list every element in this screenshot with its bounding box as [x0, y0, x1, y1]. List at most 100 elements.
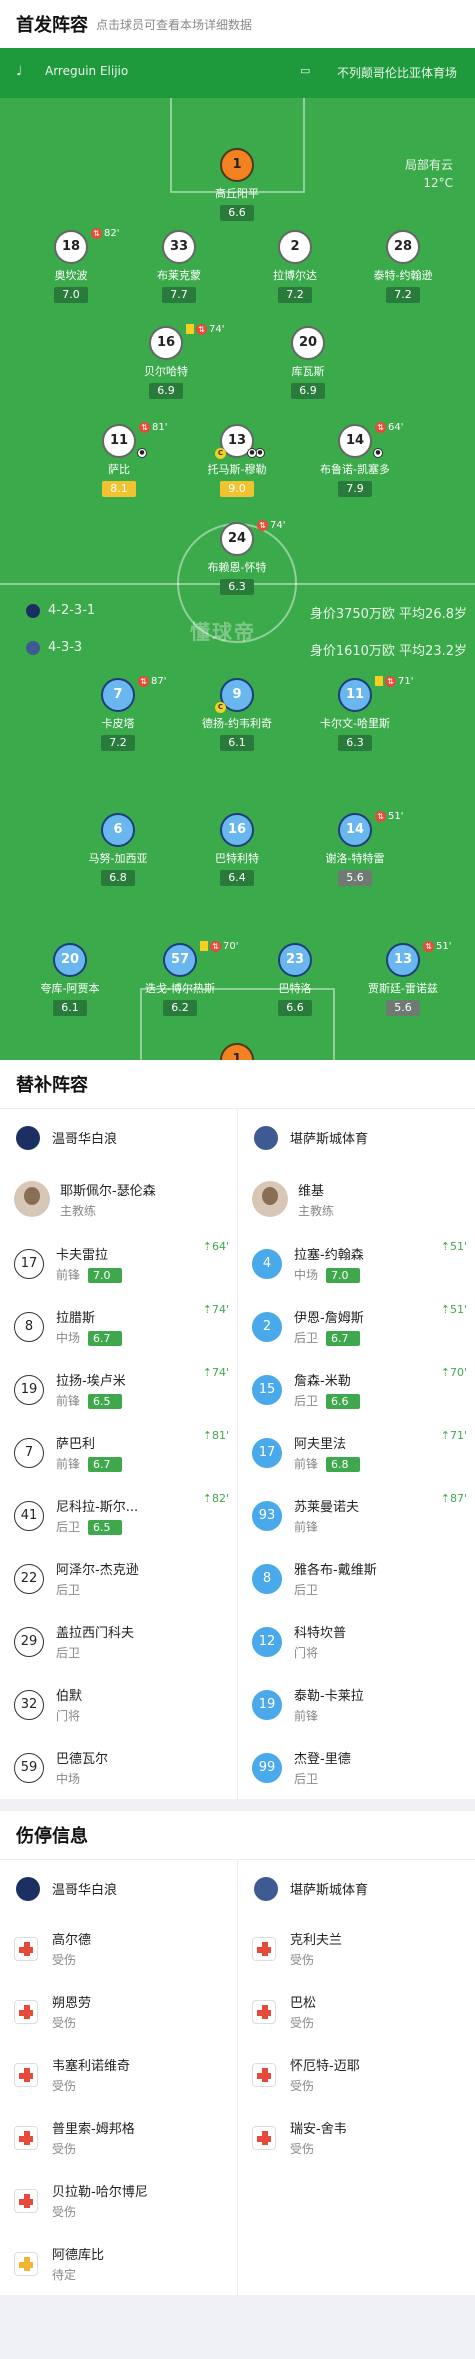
- injury-status: 受伤: [290, 2079, 315, 2093]
- injury-row[interactable]: 普里索-姆邦格 受伤: [0, 2106, 237, 2169]
- home-player[interactable]: 13 C ● ● 托马斯-穆勒 9.0: [177, 424, 297, 497]
- sub-player-row[interactable]: 22 阿泽尔-杰克逊 后卫: [0, 1547, 237, 1610]
- injury-row[interactable]: 巴松 受伤: [238, 1980, 475, 2043]
- player-rating: 6.3: [338, 735, 372, 751]
- sub-player-row[interactable]: 41 尼科拉-斯尔... 后卫 6.5 ⇡82': [0, 1484, 237, 1547]
- sub-off-icon: ⇅: [257, 520, 268, 531]
- injury-away-team[interactable]: 堪萨斯城体育: [238, 1860, 475, 1917]
- player-name: 萨巴利: [56, 1437, 96, 1452]
- injury-home-list: 高尔德 受伤 朔恩劳 受伤 韦塞利诺维奇 受伤 普里索-姆邦格 受伤 贝拉勒-哈尔博尼 受伤 阿德库…: [0, 1917, 238, 2295]
- injury-away-list: 克利夫兰 受伤 巴松 受伤 怀厄特-迈耶 受伤 瑞安-舍韦 受伤: [238, 1917, 475, 2295]
- injury-row[interactable]: 高尔德 受伤: [0, 1917, 237, 1980]
- jersey-number: 8: [252, 1563, 282, 1594]
- sub-player-row[interactable]: 93 苏莱曼诺夫 前锋 ⇡87': [238, 1484, 475, 1547]
- coach-row: 耶斯佩尔-瑟伦森 主教练 维基 主教练: [0, 1166, 475, 1232]
- sub-player-row[interactable]: 19 拉扬-埃卢米 前锋 6.5 ⇡74': [0, 1358, 237, 1421]
- away-player[interactable]: 11 ⇅ 71' 卡尔文-哈里斯 6.3: [295, 676, 415, 751]
- injury-row[interactable]: 贝拉勒-哈尔博尼 受伤: [0, 2169, 237, 2232]
- away-player[interactable]: 1普尔斯坎普5.9: [177, 1043, 297, 1060]
- player-rating: 9.0: [220, 481, 254, 497]
- sub-player-row[interactable]: 8 雅各布-戴维斯 后卫: [238, 1547, 475, 1610]
- away-player[interactable]: 23 巴特洛 6.6: [235, 943, 355, 1016]
- home-player[interactable]: 18 ⇅ 82' 奥坎波 7.0: [11, 228, 131, 303]
- player-name: 阿泽尔-杰克逊: [56, 1563, 139, 1578]
- jersey-number: 11: [338, 678, 372, 712]
- sub-player-row[interactable]: 8 拉腊斯 中场 6.7 ⇡74': [0, 1295, 237, 1358]
- sub-player-row[interactable]: 7 萨巴利 前锋 6.7 ⇡81': [0, 1421, 237, 1484]
- jersey-number: 6: [101, 813, 135, 847]
- home-coach[interactable]: 耶斯佩尔-瑟伦森 主教练: [0, 1166, 237, 1232]
- medical-cross-icon: [252, 1999, 276, 2024]
- injury-row[interactable]: 朔恩劳 受伤: [0, 1980, 237, 2043]
- sub-minute: 82': [104, 228, 120, 239]
- sub-player-row[interactable]: 19 泰勒-卡莱拉 前锋: [238, 1673, 475, 1736]
- sub-player-row[interactable]: 2 伊恩-詹姆斯 后卫 6.7 ⇡51': [238, 1295, 475, 1358]
- player-name: 盖拉西门科夫: [56, 1626, 135, 1641]
- medical-cross-icon: [14, 2251, 38, 2276]
- injury-row[interactable]: 克利夫兰 受伤: [238, 1917, 475, 1980]
- injury-row[interactable]: 怀厄特-迈耶 受伤: [238, 2043, 475, 2106]
- sub-player-row[interactable]: 32 伯默 门将: [0, 1673, 237, 1736]
- sub-player-row[interactable]: 17 阿夫里法 前锋 6.8 ⇡71': [238, 1421, 475, 1484]
- injury-row[interactable]: 韦塞利诺维奇 受伤: [0, 2043, 237, 2106]
- subs-home-team[interactable]: 温哥华白浪: [0, 1109, 238, 1166]
- player-name: 谢洛-特特雷: [325, 852, 385, 865]
- player-name: 巴松: [290, 1996, 317, 2011]
- sub-player-row[interactable]: 29 盖拉西门科夫 后卫: [0, 1610, 237, 1673]
- sub-event: ⇅ 51': [423, 941, 451, 952]
- sub-on-minute: ⇡74': [203, 1366, 229, 1379]
- player-rating: 6.2: [163, 1000, 197, 1016]
- sub-player-row[interactable]: 17 卡夫雷拉 前锋 7.0 ⇡64': [0, 1232, 237, 1295]
- home-player[interactable]: 28 泰特-约翰逊 7.2: [343, 230, 463, 303]
- sub-player-row[interactable]: 15 詹森-米勒 后卫 6.6 ⇡70': [238, 1358, 475, 1421]
- away-player[interactable]: 9 C 德扬-约韦利奇 6.1: [177, 678, 297, 751]
- home-player[interactable]: 20 库瓦斯 6.9: [248, 326, 368, 399]
- jersey-number: 23: [278, 943, 312, 977]
- home-player[interactable]: 33 布莱克蒙 7.7: [119, 230, 239, 303]
- player-name: 高尔德: [52, 1933, 92, 1948]
- captain-icon: C: [215, 702, 226, 713]
- player-name: 普里索-姆邦格: [52, 2122, 135, 2137]
- away-player[interactable]: 14 ⇅ 51' 谢洛-特特雷 5.6: [295, 811, 415, 886]
- player-name: 瑞安-舍韦: [290, 2122, 347, 2137]
- home-player[interactable]: 24 ⇅ 74' 布赖恩-怀特 6.3: [177, 520, 297, 595]
- player-name: 巴德瓦尔: [56, 1752, 109, 1767]
- injury-status: 受伤: [52, 2142, 77, 2156]
- injury-status: 受伤: [52, 2016, 77, 2030]
- sub-on-minute: ⇡51': [441, 1240, 467, 1253]
- away-player[interactable]: 20 夸库-阿贾本 6.1: [10, 943, 130, 1016]
- home-player[interactable]: 2 拉博尔达 7.2: [235, 230, 355, 303]
- player-name: 布莱克蒙: [157, 269, 201, 282]
- home-player[interactable]: 16 ⇅ 74' 贝尔哈特 6.9: [106, 324, 226, 399]
- away-player[interactable]: 57 ⇅ 70' 迭戈-博尔热斯 6.2: [120, 941, 240, 1016]
- pitch-info-bar: ♩ Arreguin Elijio ▭ 不列颠哥伦比亚体育场: [0, 48, 475, 98]
- away-player[interactable]: 13 ⇅ 51' 贾斯廷-雷诺兹 5.6: [343, 941, 463, 1016]
- home-player[interactable]: 1 高丘阳平 6.6: [177, 148, 297, 221]
- jersey-number: 28: [386, 230, 420, 264]
- injury-row[interactable]: 阿德库比 待定: [0, 2232, 237, 2295]
- jersey-number: 33: [162, 230, 196, 264]
- away-team-logo: [254, 1876, 278, 1901]
- subs-away-team[interactable]: 堪萨斯城体育: [238, 1109, 475, 1166]
- sub-player-row[interactable]: 59 巴德瓦尔 中场: [0, 1736, 237, 1799]
- sub-player-row[interactable]: 12 科特坎普 门将: [238, 1610, 475, 1673]
- player-rating: 6.7: [326, 1331, 361, 1346]
- away-player[interactable]: 7 ⇅ 87' 卡皮塔 7.2: [58, 676, 178, 751]
- jersey-number: 59: [14, 1752, 44, 1783]
- away-team-logo: [26, 640, 40, 655]
- player-name: 泰特-约翰逊: [373, 269, 433, 282]
- injury-row[interactable]: 瑞安-舍韦 受伤: [238, 2106, 475, 2169]
- injury-status: 受伤: [290, 1953, 315, 1967]
- player-name: 克利夫兰: [290, 1933, 343, 1948]
- away-coach[interactable]: 维基 主教练: [238, 1166, 475, 1232]
- injury-home-team[interactable]: 温哥华白浪: [0, 1860, 238, 1917]
- player-rating: 6.7: [88, 1457, 123, 1472]
- jersey-number: 15: [252, 1374, 282, 1405]
- away-player[interactable]: 6 马努-加西亚 6.8: [58, 813, 178, 886]
- home-player[interactable]: 14 ⇅ 64' ● 布鲁诺-凯塞多 7.9: [295, 422, 415, 497]
- away-player[interactable]: 16 巴特利特 6.4: [177, 813, 297, 886]
- sub-player-row[interactable]: 4 拉塞-约翰森 中场 7.0 ⇡51': [238, 1232, 475, 1295]
- home-player[interactable]: 11 ⇅ 81' ● 萨比 8.1: [59, 422, 179, 497]
- sub-player-row[interactable]: 99 杰登-里德 后卫: [238, 1736, 475, 1799]
- player-rating: 7.7: [162, 287, 196, 303]
